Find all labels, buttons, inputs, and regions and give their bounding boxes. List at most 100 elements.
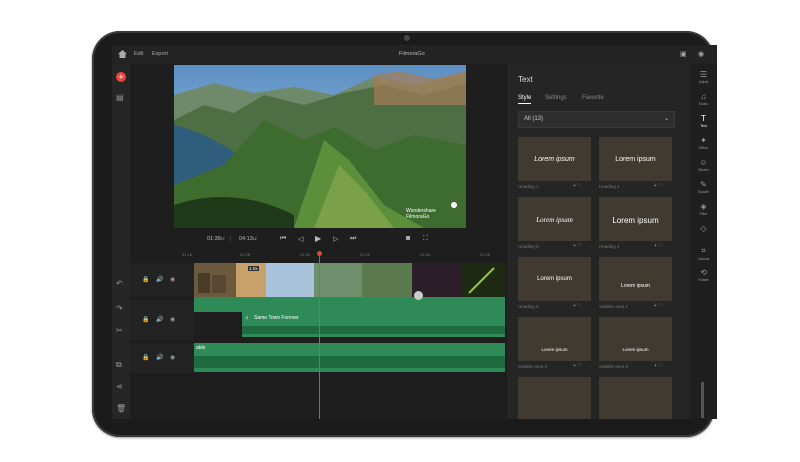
doodle-icon: ✎ bbox=[700, 180, 707, 189]
visibility-icon[interactable]: ◉ bbox=[170, 316, 175, 323]
skip-start-icon[interactable]: ⏮ bbox=[280, 235, 286, 243]
app-title: FilmoraGo bbox=[399, 51, 425, 57]
effect-icon: ✦ bbox=[700, 136, 707, 145]
duplicate-icon[interactable]: ⧉ bbox=[116, 360, 122, 370]
menu-edit[interactable]: Edit bbox=[134, 51, 143, 57]
lock-icon[interactable]: 🔒 bbox=[142, 276, 149, 283]
app-screen: Edit Export FilmoraGo ▣ ◉ + ▤ ↶ ↷ ✂ ⧉ ⋖ … bbox=[112, 45, 717, 419]
settings-icon[interactable]: ◉ bbox=[698, 50, 704, 58]
menu-export[interactable]: Export bbox=[152, 51, 168, 57]
delete-icon[interactable]: 🗑 bbox=[116, 404, 126, 413]
video-track-clips[interactable] bbox=[194, 263, 505, 297]
lock-icon[interactable]: 🔒 bbox=[142, 354, 149, 361]
speed-badge: 1.0x bbox=[248, 266, 259, 271]
add-favorite-icons[interactable]: + ♡ bbox=[654, 303, 663, 309]
tab-style[interactable]: Style bbox=[518, 95, 532, 104]
text-style-card[interactable]: Lorem ipsum bbox=[599, 137, 672, 181]
card-caption: Heading 5 + ♡ bbox=[518, 303, 582, 309]
visibility-icon[interactable]: ◉ bbox=[170, 276, 175, 283]
snapshot-icon[interactable]: ◙ bbox=[406, 235, 410, 242]
text-style-card[interactable]: Lorem ipsum bbox=[518, 257, 591, 301]
music-note-icon: ♫ bbox=[245, 315, 249, 321]
fullscreen-icon[interactable]: ⛶ bbox=[423, 235, 428, 243]
waveform bbox=[194, 356, 505, 368]
volume-icon[interactable]: 🔊 bbox=[156, 354, 163, 361]
crop-icon: ⌗ bbox=[701, 246, 706, 255]
audio-clip-2[interactable]: able bbox=[194, 343, 505, 372]
add-favorite-icons[interactable]: + ♡ bbox=[654, 243, 663, 249]
share-icon[interactable]: ⋖ bbox=[116, 382, 123, 391]
left-toolbar: + ▤ ↶ ↷ ✂ ⧉ ⋖ 🗑 bbox=[112, 64, 130, 419]
text-style-card[interactable]: Lorem ipsum bbox=[518, 137, 591, 181]
add-favorite-icons[interactable]: + ♡ bbox=[654, 183, 663, 189]
playhead-knob[interactable] bbox=[317, 251, 322, 256]
save-icon[interactable]: ▣ bbox=[680, 50, 687, 58]
add-favorite-icons[interactable]: + ♡ bbox=[573, 183, 582, 189]
text-style-card[interactable]: Lorem ipsum bbox=[599, 317, 672, 361]
trim-handle[interactable] bbox=[414, 291, 423, 300]
visibility-icon[interactable]: ◉ bbox=[170, 354, 175, 361]
chevron-down-icon: ⌄ bbox=[663, 116, 669, 122]
redo-icon[interactable]: ↷ bbox=[116, 304, 123, 313]
total-time: 04:1302 bbox=[239, 236, 257, 242]
audio-track-2-label: able bbox=[196, 345, 206, 351]
media-library-icon[interactable]: ▤ bbox=[116, 93, 124, 102]
home-icon[interactable] bbox=[118, 50, 127, 60]
undo-icon[interactable]: ↶ bbox=[116, 279, 123, 288]
volume-icon[interactable]: 🔊 bbox=[156, 276, 163, 283]
tool-canvas[interactable]: ⌗ Canvas bbox=[690, 246, 717, 261]
tool-text[interactable]: T Text bbox=[690, 114, 717, 128]
tool-sticker[interactable]: ☺ Sticker bbox=[690, 158, 717, 172]
timeline: 01:16 01:28 01:30 01:32 01:34 01:36 🔒 🔊 … bbox=[130, 251, 505, 419]
prev-frame-icon[interactable]: ◁ bbox=[298, 235, 303, 243]
text-style-card[interactable]: Lorem ipsum bbox=[599, 257, 672, 301]
text-style-card[interactable]: Lorem ipsum bbox=[518, 317, 591, 361]
volume-icon[interactable]: 🔊 bbox=[156, 316, 163, 323]
audio-clip-top[interactable] bbox=[194, 297, 505, 312]
playback-controls: 01:3807 | 04:1302 ⏮ ◁ ▶ ▷ ⏭ ◙ ⛶ bbox=[130, 230, 505, 250]
time-separator: | bbox=[230, 236, 232, 242]
card-caption: Heading 4 + ♡ bbox=[599, 243, 663, 249]
tool-effect[interactable]: ✦ Effect bbox=[690, 136, 717, 150]
add-favorite-icons[interactable]: + ♡ bbox=[573, 363, 582, 369]
scrollbar[interactable] bbox=[701, 382, 704, 418]
card-caption: Subtitle area 2 + ♡ bbox=[518, 363, 582, 369]
text-style-card[interactable]: Lorem ipsum bbox=[518, 197, 591, 241]
card-caption: Subtitle area 1 + ♡ bbox=[599, 303, 663, 309]
skip-end-icon[interactable]: ⏭ bbox=[350, 235, 356, 243]
camera-dot bbox=[404, 35, 410, 41]
add-favorite-icons[interactable]: + ♡ bbox=[654, 363, 663, 369]
tool-filter[interactable]: ◈ Filter bbox=[690, 202, 717, 216]
audio-track-2-head: 🔒 🔊 ◉ bbox=[130, 343, 194, 373]
playhead[interactable] bbox=[319, 251, 320, 419]
text-style-card[interactable] bbox=[518, 377, 591, 419]
card-caption: Heading 3 + ♡ bbox=[518, 243, 582, 249]
add-favorite-icons[interactable]: + ♡ bbox=[573, 243, 582, 249]
video-preview[interactable] bbox=[174, 65, 466, 228]
split-icon[interactable]: ✂ bbox=[116, 326, 123, 335]
audio-clip-music[interactable]: ♫ Same Town Forever bbox=[242, 312, 505, 337]
add-favorite-icons[interactable]: + ♡ bbox=[573, 303, 582, 309]
waveform bbox=[242, 326, 505, 334]
tool-transition[interactable]: ◇ bbox=[690, 224, 717, 234]
tool-rotate[interactable]: ⟲ Rotate bbox=[690, 268, 717, 282]
text-panel: Text Style Settings Favorite All (13) ⌄ … bbox=[507, 64, 690, 419]
text-style-card[interactable] bbox=[599, 377, 672, 419]
tool-adjust[interactable]: ☰ Adjust bbox=[690, 70, 717, 84]
rotate-icon: ⟲ bbox=[700, 268, 707, 277]
tool-music[interactable]: ♫ Music bbox=[690, 92, 717, 106]
next-frame-icon[interactable]: ▷ bbox=[333, 235, 338, 243]
tab-settings[interactable]: Settings bbox=[545, 95, 567, 101]
tool-doodle[interactable]: ✎ Doodle bbox=[690, 180, 717, 194]
style-filter-dropdown[interactable]: All (13) ⌄ bbox=[518, 111, 675, 128]
panel-title: Text bbox=[518, 75, 533, 84]
audio-track-1-head: 🔒 🔊 ◉ bbox=[130, 300, 194, 340]
lock-icon[interactable]: 🔒 bbox=[142, 316, 149, 323]
audio-track-label: Same Town Forever bbox=[254, 315, 299, 321]
watermark-text: Wondershare FilmoraGo bbox=[406, 208, 436, 220]
add-media-button[interactable]: + bbox=[116, 72, 126, 82]
card-caption: Heading 1 + ♡ bbox=[518, 183, 582, 189]
play-icon[interactable]: ▶ bbox=[315, 234, 321, 243]
text-style-card[interactable]: Lorem ipsum bbox=[599, 197, 672, 241]
tab-favorite[interactable]: Favorite bbox=[582, 95, 604, 101]
